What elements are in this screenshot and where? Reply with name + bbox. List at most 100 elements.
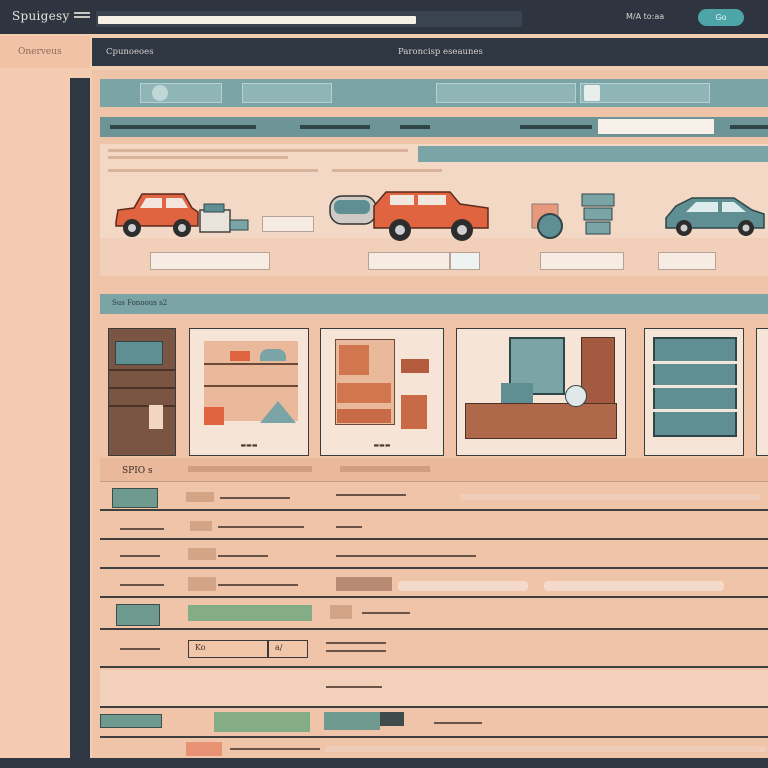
orange-car-image[interactable] — [112, 188, 202, 240]
table-cell — [380, 712, 404, 726]
divider — [332, 169, 442, 172]
sidebar-tab[interactable]: Onerveus — [0, 36, 90, 68]
filter-item[interactable] — [400, 125, 430, 129]
floor-panel[interactable] — [450, 252, 480, 270]
table-cell — [330, 605, 352, 619]
table-cell — [362, 612, 410, 614]
filter-item[interactable] — [730, 125, 768, 129]
table-cell — [188, 577, 216, 591]
table-cell — [336, 555, 476, 557]
filter-item[interactable] — [110, 125, 256, 129]
divider — [108, 149, 408, 152]
tag-value-field[interactable]: a/ — [268, 640, 308, 658]
table-cell — [120, 648, 160, 650]
row-thumbnail — [116, 604, 160, 626]
table-row[interactable]: Ko a/ — [100, 632, 768, 668]
table-cell — [120, 528, 164, 530]
showroom-band — [418, 146, 768, 162]
toolbar-chip[interactable] — [436, 83, 576, 103]
inventory-table: SPIO s Ko a/ — [100, 458, 768, 758]
table-cell — [336, 577, 392, 591]
product-card[interactable] — [756, 328, 768, 456]
table-row[interactable] — [100, 484, 768, 511]
row-thumbnail — [112, 488, 158, 508]
floor-panel[interactable] — [540, 252, 624, 270]
table-cell — [340, 466, 430, 472]
header-left-label[interactable]: Cpunoeoes — [106, 47, 154, 57]
table-cell — [326, 746, 766, 752]
divider — [108, 156, 288, 159]
filter-input[interactable] — [598, 119, 714, 134]
table-row[interactable] — [100, 513, 768, 540]
header-center-label[interactable]: Paroncisp eseaunes — [398, 47, 483, 57]
table-cell — [188, 466, 312, 472]
table-cell — [326, 686, 382, 688]
search-input[interactable] — [98, 16, 416, 24]
sidebar — [0, 70, 70, 756]
orange-suv-image[interactable] — [328, 182, 490, 244]
product-card[interactable] — [108, 328, 176, 456]
product-card[interactable]: ▬▬▬ — [189, 328, 309, 456]
table-cell — [220, 497, 290, 499]
toolbar-chip[interactable] — [242, 83, 332, 103]
tag-field[interactable]: Ko — [188, 640, 268, 658]
table-row[interactable] — [100, 542, 768, 569]
table-cell — [324, 712, 380, 730]
table-cell — [188, 548, 216, 560]
content-header: Cpunoeoes Paroncisp eseaunes — [92, 38, 768, 66]
scroll-rail[interactable] — [70, 78, 90, 758]
table-row[interactable] — [100, 710, 768, 738]
table-cell — [186, 492, 214, 502]
table-cell — [434, 722, 482, 724]
product-card[interactable]: ▬▬▬ — [320, 328, 444, 456]
table-cell — [120, 584, 164, 586]
row-thumbnail — [100, 714, 162, 728]
product-card[interactable] — [644, 328, 744, 456]
display-stand — [262, 216, 314, 232]
table-cell — [460, 494, 760, 500]
divider — [108, 169, 318, 172]
card-caption: ▬▬▬ — [373, 442, 391, 449]
table-cell — [120, 555, 160, 557]
main-panel: Sus Fonoous s2 ▬▬▬ ▬▬▬ SPIO s Ko a/ — [92, 70, 768, 758]
table-row[interactable] — [100, 670, 768, 708]
teal-car-image[interactable] — [662, 188, 766, 240]
table-header: SPIO s — [100, 458, 768, 482]
window-icon[interactable] — [584, 85, 600, 101]
tag-text: Ko — [195, 643, 206, 652]
product-cards: ▬▬▬ ▬▬▬ — [92, 320, 768, 460]
floor-panel[interactable] — [368, 252, 450, 270]
filter-item[interactable] — [520, 125, 592, 129]
table-cell — [188, 605, 312, 621]
menu-icon[interactable] — [74, 12, 90, 21]
app-title: Spuigesy — [12, 9, 70, 23]
table-cell — [218, 526, 304, 528]
table-cell — [186, 742, 222, 756]
floor-panel[interactable] — [150, 252, 270, 270]
table-cell — [218, 584, 298, 586]
table-cell — [336, 494, 406, 496]
table-cell — [190, 521, 212, 531]
status-text: M/A to:aa — [626, 12, 665, 21]
bottom-strip — [0, 758, 768, 768]
table-cell — [230, 748, 320, 750]
floor-panel[interactable] — [658, 252, 716, 270]
toolbar — [100, 79, 768, 107]
table-cell — [218, 555, 268, 557]
table-row[interactable] — [100, 740, 768, 758]
table-cell — [326, 642, 386, 644]
cart-image[interactable] — [194, 200, 252, 240]
table-header-label: SPIO s — [122, 466, 153, 476]
filter-item[interactable] — [300, 125, 370, 129]
table-cell — [326, 650, 386, 652]
tab-strip: Onerveus Cpunoeoes Paroncisp eseaunes — [0, 36, 768, 68]
search-box — [96, 11, 522, 27]
clock-icon[interactable] — [152, 85, 168, 101]
table-row[interactable] — [100, 571, 768, 598]
primary-action-button[interactable]: Go — [698, 9, 744, 26]
table-row[interactable] — [100, 600, 768, 630]
tire-equipment-image[interactable] — [522, 192, 622, 244]
product-card[interactable] — [456, 328, 626, 456]
filter-bar — [100, 117, 768, 137]
category-label[interactable]: Sus Fonoous s2 — [112, 299, 167, 307]
